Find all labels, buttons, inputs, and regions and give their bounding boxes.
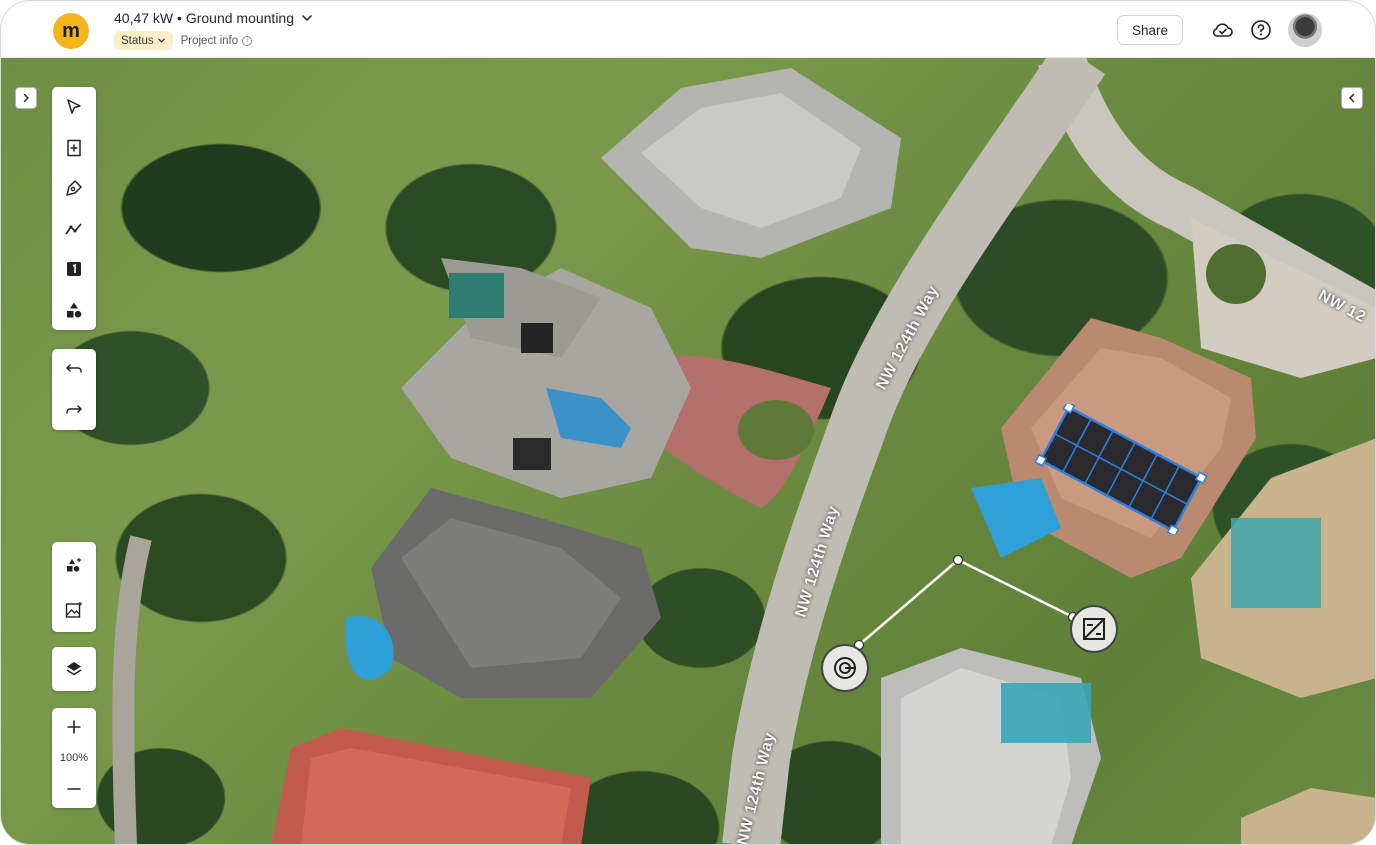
layers-button[interactable] — [52, 647, 96, 691]
cloud-check-icon[interactable] — [1211, 18, 1235, 42]
add-panel-icon — [67, 139, 81, 156]
top-bar: m 40,47 kW • Ground mounting Status Proj… — [1, 1, 1375, 58]
label-tool-button[interactable] — [52, 249, 96, 290]
chevron-right-icon — [23, 93, 30, 103]
info-icon: i — [242, 35, 253, 46]
drawing-toolbar — [52, 87, 96, 330]
project-info-link[interactable]: Project info i — [181, 35, 253, 47]
extras-toolbar — [52, 542, 96, 632]
project-info-label: Project info — [180, 34, 239, 47]
meter-icon — [834, 657, 856, 679]
satellite-map[interactable]: NW 124th Way NW 124th Way NW 124th Way N… — [1, 58, 1375, 844]
solar-array[interactable] — [1031, 404, 1211, 534]
polyline-icon — [65, 223, 82, 235]
expand-right-panel-button[interactable] — [1341, 87, 1363, 109]
help-icon[interactable] — [1249, 18, 1273, 42]
user-avatar[interactable] — [1288, 13, 1322, 47]
chevron-down-icon — [157, 38, 165, 43]
layers-icon — [66, 662, 82, 676]
zoom-out-button[interactable] — [52, 770, 96, 808]
chevron-down-icon — [302, 15, 312, 21]
plus-icon — [67, 720, 81, 734]
app-logo[interactable]: m — [53, 13, 89, 49]
inverter-icon — [1083, 618, 1105, 640]
meter-marker[interactable] — [821, 644, 869, 692]
zoom-level: 100% — [59, 752, 89, 764]
expand-left-panel-button[interactable] — [15, 87, 37, 109]
redo-button[interactable] — [52, 390, 96, 431]
shapes-icon — [67, 302, 82, 318]
history-toolbar — [52, 349, 96, 430]
pen-icon — [66, 180, 82, 196]
image-upload-icon — [65, 601, 82, 618]
select-tool-button[interactable] — [52, 87, 96, 128]
number-label-icon — [67, 262, 81, 277]
redo-icon — [66, 405, 82, 414]
measure-line-tool-button[interactable] — [52, 209, 96, 250]
project-title: 40,47 kW • Ground mounting — [114, 10, 294, 26]
status-dropdown[interactable]: Status — [114, 31, 173, 50]
app-window: m 40,47 kW • Ground mounting Status Proj… — [0, 0, 1376, 845]
undo-icon — [66, 364, 82, 373]
import-image-button[interactable] — [52, 587, 96, 632]
status-label: Status — [121, 34, 154, 47]
project-subinfo: Status Project info i — [114, 31, 253, 50]
minus-icon — [67, 788, 81, 790]
zoom-in-button[interactable] — [52, 708, 96, 746]
add-shapes-icon — [67, 557, 81, 572]
chevron-left-icon — [1348, 93, 1355, 103]
inverter-marker[interactable] — [1070, 605, 1118, 653]
layers-toolbar — [52, 647, 96, 691]
add-panel-tool-button[interactable] — [52, 128, 96, 169]
cursor-icon — [67, 99, 81, 114]
zoom-toolbar: 100% — [52, 708, 96, 808]
project-title-dropdown[interactable]: 40,47 kW • Ground mounting — [114, 10, 314, 26]
undo-button[interactable] — [52, 349, 96, 390]
draw-roof-tool-button[interactable] — [52, 168, 96, 209]
logo-letter: m — [62, 19, 80, 42]
add-obstruction-button[interactable] — [52, 542, 96, 587]
shapes-tool-button[interactable] — [52, 290, 96, 331]
share-button[interactable]: Share — [1117, 15, 1183, 45]
